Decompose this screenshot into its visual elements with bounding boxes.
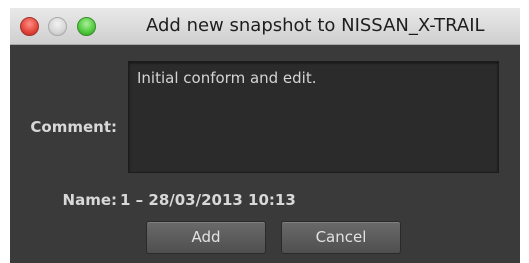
comment-textarea[interactable]: Initial conform and edit. — [128, 61, 499, 173]
name-value: 1 – 28/03/2013 10:13 — [120, 191, 296, 209]
title-bar[interactable]: Add new snapshot to NISSAN_X-TRAIL — [10, 8, 520, 45]
name-label: Name: — [62, 191, 117, 209]
minimize-window-icon[interactable] — [48, 17, 67, 36]
dialog-window: Add new snapshot to NISSAN_X-TRAIL Comme… — [10, 8, 520, 263]
add-button[interactable]: Add — [146, 221, 266, 254]
window-title: Add new snapshot to NISSAN_X-TRAIL — [146, 15, 485, 36]
comment-label: Comment: — [30, 118, 117, 136]
close-window-icon[interactable] — [20, 17, 39, 36]
zoom-window-icon[interactable] — [77, 17, 96, 36]
cancel-button[interactable]: Cancel — [281, 221, 401, 254]
